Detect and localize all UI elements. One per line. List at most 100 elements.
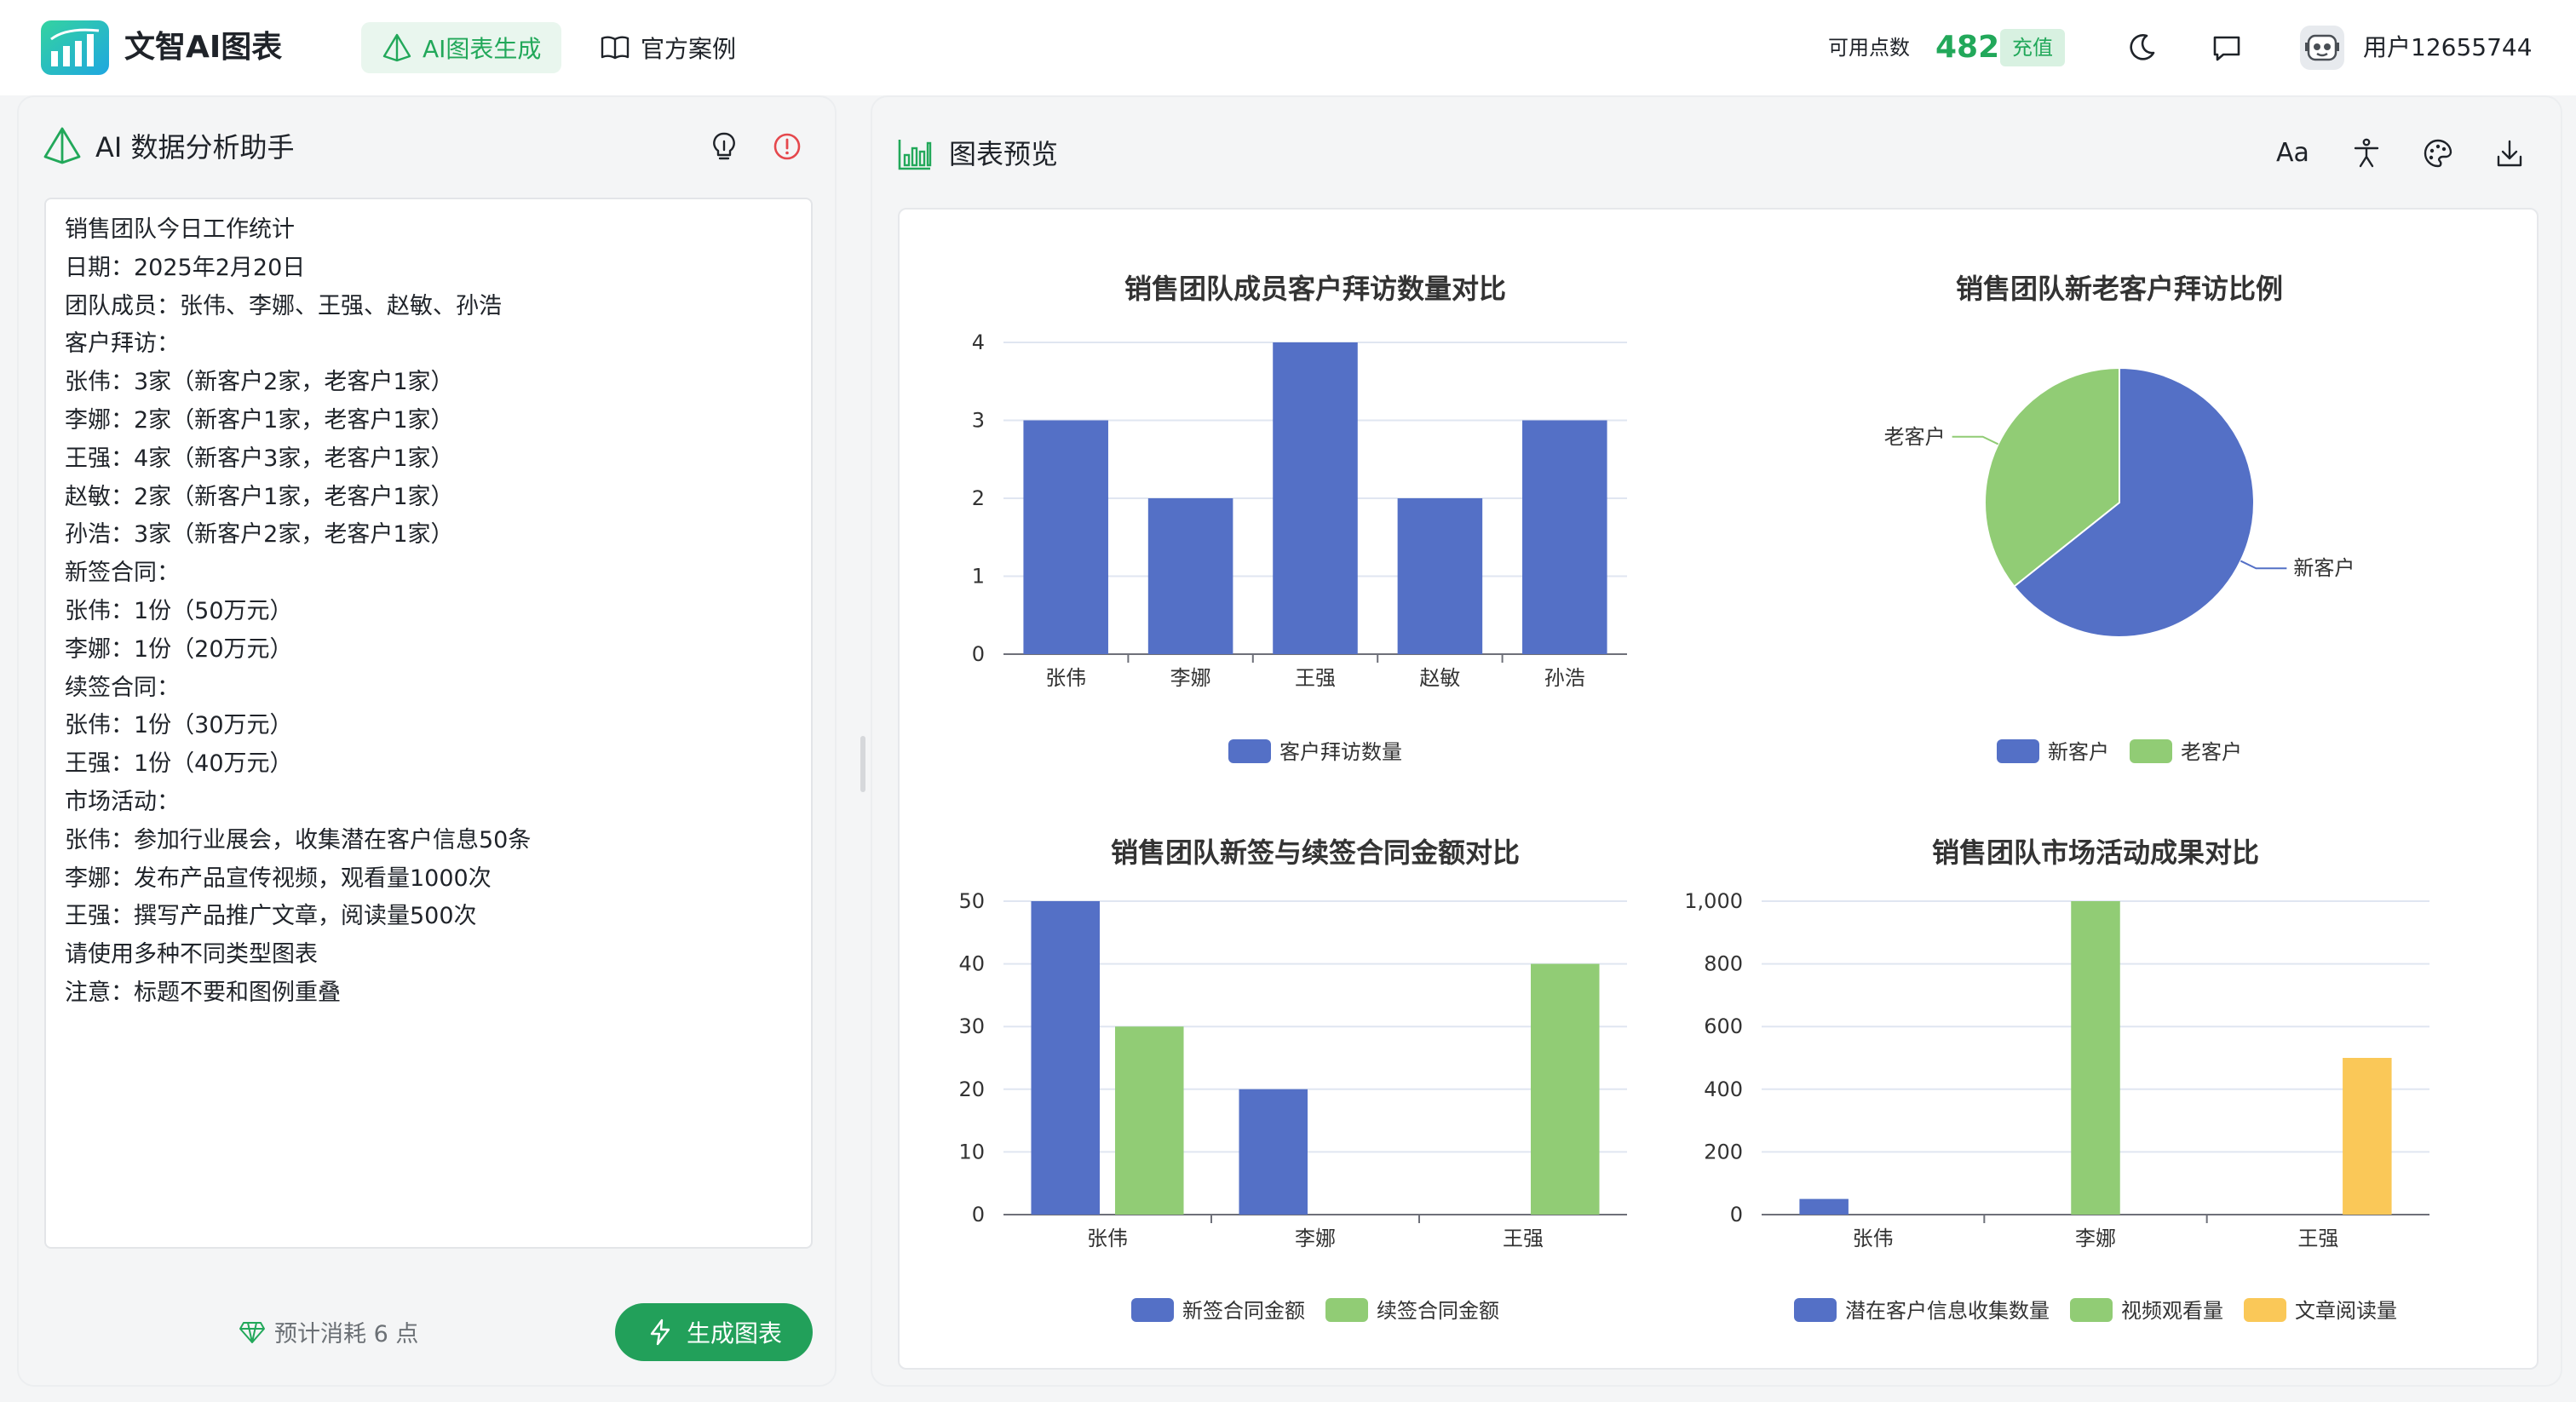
- editor-line: 张伟：参加行业展会，收集潜在客户信息50条: [65, 826, 532, 853]
- editor-line: 市场活动：: [65, 788, 180, 815]
- y-tick-label: 1,000: [1684, 889, 1743, 913]
- y-tick-label: 4: [972, 330, 985, 354]
- editor-line: 李娜：1份（20万元）: [65, 635, 293, 663]
- generate-label: 生成图表: [686, 1319, 782, 1347]
- x-tick-label: 张伟: [1853, 1227, 1894, 1250]
- ai-assistant-panel: AI 数据分析助手 销售团队今日工作统计 日期：2025年2月20日团队成员：张伟…: [17, 95, 837, 1387]
- editor-line: 销售团队今日工作统计: [65, 216, 295, 243]
- y-tick-label: 200: [1704, 1140, 1743, 1164]
- generate-chart-button[interactable]: 生成图表: [615, 1303, 813, 1361]
- chart-canvas: 销售团队成员客户拜访数量对比 0 1 2 3 4 张伟 李娜 王强 赵敏 孙浩 客户拜访数量 销售团队新…: [898, 208, 2539, 1370]
- y-tick-label: 0: [972, 642, 985, 666]
- bar: [2071, 901, 2120, 1215]
- cost-label: 预计消耗 6 点: [274, 1321, 419, 1347]
- charts-svg: 销售团队成员客户拜访数量对比01234张伟 李娜 王强 赵敏 孙浩客户拜访数量销售团队新…: [958, 273, 2429, 1323]
- bar-chart-icon: [898, 140, 932, 170]
- pyramid-icon: [43, 127, 81, 164]
- app-brand[interactable]: 文智AI图表: [124, 26, 282, 70]
- editor-line: 孙浩：3家（新客户2家，老客户1家）: [65, 521, 454, 549]
- lightning-icon: [650, 1319, 670, 1346]
- tab-label: AI图表生成: [423, 35, 542, 63]
- bar: [1273, 342, 1358, 654]
- editor-line: 团队成员：张伟、李娜、王强、赵敏、孙浩: [65, 292, 502, 319]
- points-value: 482: [1935, 30, 2000, 65]
- panel-title: 图表预览: [949, 138, 1059, 170]
- top-header: 文智AI图表 AI图表生成 官方案例 可用点数 482 充值 用户1265574…: [0, 0, 2576, 95]
- editor-line: 赵敏：2家（新客户1家，老客户1家）: [65, 483, 454, 510]
- editor-line: 日期：2025年2月20日: [65, 254, 306, 281]
- chart-title: 销售团队新签与续签合同金额对比: [1111, 836, 1520, 869]
- points-label: 可用点数: [1828, 36, 1910, 60]
- editor-line: 李娜：2家（新客户1家，老客户1家）: [65, 406, 454, 434]
- panel-resize-handle[interactable]: [860, 736, 865, 792]
- legend-label: 潜在客户信息收集数量: [1845, 1299, 2050, 1323]
- y-tick-label: 40: [958, 952, 985, 976]
- editor-line: 注意：标题不要和图例重叠: [65, 979, 341, 1006]
- palette-icon[interactable]: [2421, 136, 2455, 170]
- editor-line: 李娜：发布产品宣传视频，观看量1000次: [65, 865, 492, 892]
- moon-icon[interactable]: [2125, 31, 2159, 65]
- message-icon[interactable]: [2210, 31, 2244, 65]
- legend-label: 续签合同金额: [1377, 1299, 1499, 1323]
- x-tick-label: 赵敏: [1419, 666, 1460, 690]
- tab-ai-chart-generation[interactable]: AI图表生成: [361, 22, 562, 73]
- legend-label: 文章阅读量: [2295, 1299, 2397, 1323]
- y-tick-label: 1: [972, 565, 985, 589]
- editor-line: 新签合同：: [65, 560, 180, 587]
- pie-label-line: [2240, 560, 2287, 570]
- legend-swatch: [1794, 1298, 1837, 1322]
- x-tick-label: 李娜: [1295, 1227, 1336, 1250]
- alert-icon[interactable]: [770, 129, 804, 164]
- x-tick-label: 李娜: [2075, 1227, 2116, 1250]
- bar: [1799, 1198, 1849, 1215]
- y-tick-label: 10: [958, 1140, 985, 1164]
- y-tick-label: 400: [1704, 1077, 1743, 1101]
- x-tick-label: 张伟: [1045, 666, 1086, 690]
- font-settings-button[interactable]: Aa: [2276, 135, 2309, 172]
- chart-preview-panel: 图表预览 Aa 销售团队成员客户拜访数量对比 0 1 2 3 4 张伟 李娜 王强 赵敏 孙浩 客户拜…: [871, 95, 2562, 1387]
- editor-line: 王强：4家（新客户3家，老客户1家）: [65, 445, 454, 472]
- y-tick-label: 50: [958, 889, 985, 913]
- y-tick-label: 0: [972, 1203, 985, 1227]
- editor-line: 张伟：1份（50万元）: [65, 597, 293, 624]
- x-tick-label: 王强: [2297, 1227, 2338, 1250]
- bar: [1115, 1026, 1184, 1215]
- accessibility-icon[interactable]: [2349, 136, 2383, 170]
- legend-swatch: [2070, 1298, 2113, 1322]
- data-input-textarea[interactable]: 销售团队今日工作统计 日期：2025年2月20日团队成员：张伟、李娜、王强、赵敏、…: [44, 198, 813, 1249]
- bar: [1031, 901, 1100, 1215]
- avatar[interactable]: [2300, 26, 2344, 70]
- panel-title: AI 数据分析助手: [95, 131, 295, 164]
- username[interactable]: 用户12655744: [2363, 29, 2533, 66]
- x-tick-label: 李娜: [1170, 666, 1211, 690]
- app-logo-icon[interactable]: [41, 20, 109, 75]
- recharge-button[interactable]: 充值: [2000, 29, 2065, 66]
- legend-swatch: [1997, 739, 2039, 763]
- legend-label: 视频观看量: [2121, 1299, 2223, 1323]
- bar: [1239, 1089, 1308, 1215]
- bar: [1522, 420, 1607, 654]
- bar: [1397, 498, 1483, 654]
- bar: [1531, 963, 1600, 1215]
- editor-line: 续签合同：: [65, 674, 180, 701]
- lightbulb-icon[interactable]: [707, 129, 741, 164]
- robot-avatar-icon: [2305, 34, 2339, 61]
- bar: [2343, 1058, 2392, 1215]
- bar: [1023, 420, 1108, 654]
- legend-swatch: [2244, 1298, 2286, 1322]
- tab-official-cases[interactable]: 官方案例: [579, 22, 756, 73]
- chart-title: 销售团队成员客户拜访数量对比: [1124, 273, 1506, 305]
- y-tick-label: 2: [972, 486, 985, 510]
- editor-line: 请使用多种不同类型图表: [65, 941, 318, 968]
- chart-title: 销售团队新老客户拜访比例: [1956, 273, 2283, 305]
- y-tick-label: 0: [1730, 1203, 1743, 1227]
- pie-label-line: [1952, 435, 1999, 445]
- legend-swatch: [1325, 1298, 1368, 1322]
- editor-line: 王强：撰写产品推广文章，阅读量500次: [65, 903, 477, 930]
- editor-line: 客户拜访：: [65, 330, 180, 358]
- x-tick-label: 王强: [1295, 666, 1336, 690]
- estimated-cost: 预计消耗 6 点: [239, 1315, 418, 1348]
- download-icon[interactable]: [2493, 136, 2527, 170]
- legend-swatch: [1131, 1298, 1174, 1322]
- bar: [1147, 498, 1233, 654]
